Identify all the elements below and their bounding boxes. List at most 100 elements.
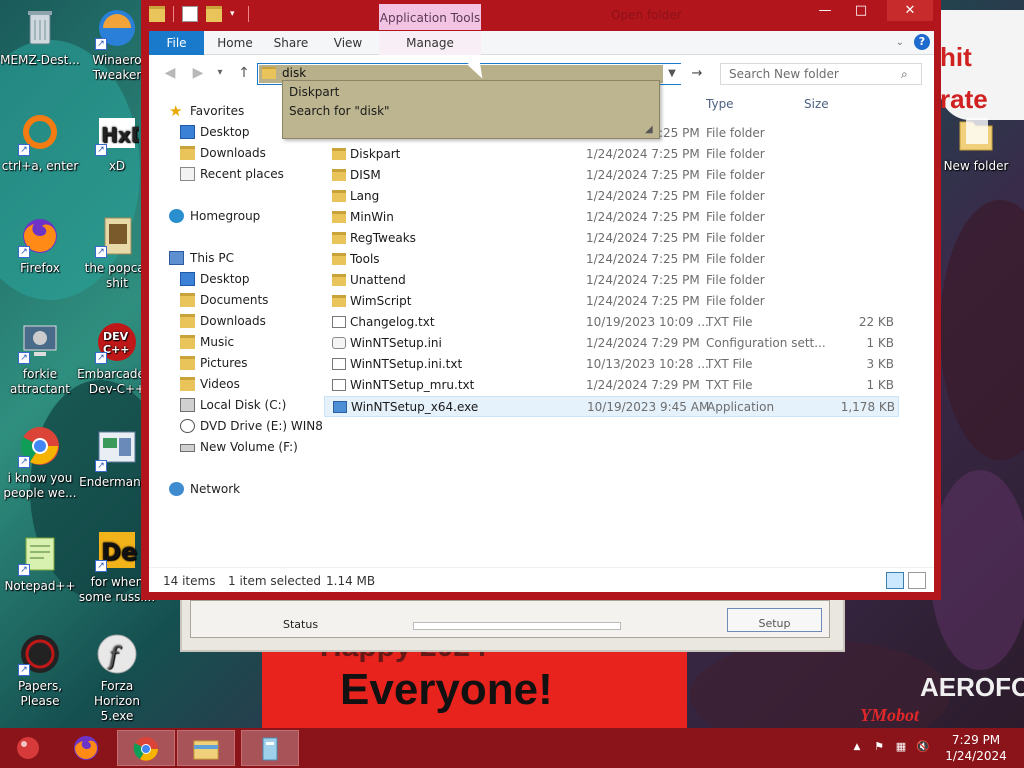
title-bar[interactable]: ▾ Application Tools Open folder — □ ✕ [141,0,941,32]
setup-status-label: Status [283,618,319,631]
taskbar-firefox[interactable] [58,730,116,766]
help-icon[interactable]: ? [914,34,930,50]
file-size: 1 KB [866,378,894,392]
notepadpp-icon: ↗ [18,532,62,576]
desktop-icon-new-folder[interactable]: New folder [936,112,1016,174]
desktop-icon-forza[interactable]: f Forza Horizon 5.exe [77,632,157,724]
back-button[interactable]: ◀ [159,63,181,83]
homegroup-icon [169,209,184,223]
folder-icon [332,148,346,160]
desktop-icon-notepadpp[interactable]: ↗ Notepad++ [0,532,80,594]
file-row[interactable]: DISM 1/24/2024 7:25 PM File folder [324,165,899,186]
folder-icon [332,232,346,244]
file-row[interactable]: WinNTSetup_mru.txt 1/24/2024 7:29 PM TXT F… [324,375,899,396]
nav-pc-local-disk[interactable]: Local Disk (C:) [149,395,314,415]
desktop-icon-chrome[interactable]: ↗ i know you people we... [0,424,80,501]
nav-homegroup[interactable]: Homegroup [149,206,314,226]
nav-pc-desktop[interactable]: Desktop [149,269,314,289]
minimize-button[interactable]: — [811,0,839,22]
nav-pc-new-volume[interactable]: New Volume (F:) [149,437,314,457]
nav-label: Network [190,482,241,496]
file-name: WinNTSetup.ini.txt [350,357,463,371]
file-row[interactable]: RegTweaks 1/24/2024 7:25 PM File folder [324,228,899,249]
go-button[interactable]: → [685,63,709,85]
new-folder-icon[interactable] [206,6,222,22]
properties-icon[interactable] [182,6,198,22]
nav-network[interactable]: Network [149,479,314,499]
folder-icon [332,169,346,181]
details-view-button[interactable] [886,572,904,589]
tab-home[interactable]: Home [211,31,259,55]
desktop-icon-ctrl-a[interactable]: ↗ ctrl+a, enter [0,112,80,174]
chevron-down-icon[interactable]: ▾ [230,6,240,22]
column-header-type[interactable]: Type [706,97,734,111]
taskbar-file-explorer[interactable] [177,730,235,766]
computer-icon [169,251,184,265]
file-row[interactable]: MinWin 1/24/2024 7:25 PM File folder [324,207,899,228]
taskbar-clock[interactable]: 7:29 PM 1/24/2024 [936,732,1016,764]
autocomplete-item-search[interactable]: Search for "disk" [289,104,390,118]
desktop-icon-memz[interactable]: MEMZ-Dest... [0,6,80,68]
file-type: File folder [706,231,765,245]
maximize-button[interactable]: □ [847,0,875,22]
taskbar-chrome[interactable] [117,730,175,766]
chevron-up-icon[interactable]: ▲ [850,740,864,754]
file-row[interactable]: WinNTSetup.ini 1/24/2024 7:29 PM Configura… [324,333,899,354]
tab-file[interactable]: File [149,31,204,55]
file-type: Application [707,400,775,414]
nav-pc-downloads[interactable]: Downloads [149,311,314,331]
nav-fav-downloads[interactable]: Downloads [149,143,314,163]
taskbar-winntsetup[interactable] [241,730,299,766]
file-name: Changelog.txt [350,315,435,329]
setup-button[interactable]: Setup [727,608,822,632]
file-row[interactable]: WinNTSetup_x64.exe 10/19/2023 9:45 AM Appl… [324,396,899,417]
desktop-icon-forkie[interactable]: ↗ forkie attractant [0,320,80,397]
nav-this-pc[interactable]: This PC [149,248,314,268]
expand-ribbon-icon[interactable]: ⌄ [896,37,904,48]
resize-grip-icon[interactable]: ◢ [645,124,657,136]
volume-muted-icon[interactable]: 🔇 [916,740,930,754]
file-row[interactable]: Tools 1/24/2024 7:25 PM File folder [324,249,899,270]
config-file-icon [332,337,346,349]
file-name: WinNTSetup_x64.exe [351,400,479,414]
network-tray-icon[interactable]: ▦ [894,740,908,754]
nav-pc-videos[interactable]: Videos [149,374,314,394]
recent-locations-icon[interactable]: ▾ [213,63,227,83]
nav-pc-pictures[interactable]: Pictures [149,353,314,373]
large-icons-view-button[interactable] [908,572,926,589]
address-autocomplete: Diskpart Search for "disk" ◢ [282,80,660,139]
tab-manage[interactable]: Manage [379,31,481,55]
file-row[interactable]: Unattend 1/24/2024 7:25 PM File folder [324,270,899,291]
tab-view[interactable]: View [325,31,371,55]
nav-fav-recent[interactable]: Recent places [149,164,314,184]
close-button[interactable]: ✕ [887,0,933,21]
desktop-icon-label: Papers, Please [17,679,63,708]
search-input[interactable]: Search New folder [729,67,839,81]
forward-button[interactable]: ▶ [187,63,209,83]
shortcut-arrow-icon: ↗ [95,352,107,364]
nav-pc-music[interactable]: Music [149,332,314,352]
file-name: Diskpart [350,147,401,161]
file-row[interactable]: Lang 1/24/2024 7:25 PM File folder [324,186,899,207]
nav-pc-documents[interactable]: Documents [149,290,314,310]
shortcut-arrow-icon: ↗ [95,246,107,258]
tab-share[interactable]: Share [267,31,315,55]
search-box[interactable]: Search New folder ⌕ [720,63,922,85]
search-icon[interactable]: ⌕ [901,67,915,81]
address-input[interactable]: disk [282,66,306,80]
svg-text:DEV: DEV [103,330,129,343]
file-row[interactable]: Changelog.txt 10/19/2023 10:09 ... TXT Fil… [324,312,899,333]
nav-pc-dvd-drive[interactable]: DVD Drive (E:) WIN8 [149,416,323,436]
file-row[interactable]: Diskpart 1/24/2024 7:25 PM File folder [324,144,899,165]
file-row[interactable]: WinNTSetup.ini.txt 10/13/2023 10:28 ... TX… [324,354,899,375]
chevron-down-icon[interactable]: ▼ [663,64,681,84]
flag-icon[interactable]: ⚑ [872,740,886,754]
start-button[interactable] [0,730,58,766]
autocomplete-item-diskpart[interactable]: Diskpart [289,85,339,99]
column-header-size[interactable]: Size [804,97,829,111]
desktop-icon-papers-please[interactable]: ↗ Papers, Please [0,632,80,709]
file-date: 1/24/2024 7:25 PM [586,273,700,287]
file-row[interactable]: WimScript 1/24/2024 7:25 PM File folder [324,291,899,312]
desktop-icon-firefox[interactable]: ↗ Firefox [0,214,80,276]
up-button[interactable]: ↑ [233,63,255,83]
